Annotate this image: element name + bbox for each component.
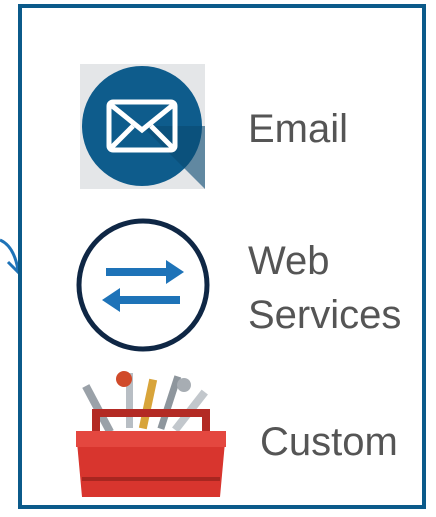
custom-label: Custom xyxy=(260,420,398,464)
envelope-icon xyxy=(80,64,205,189)
web-services-item: Web Services xyxy=(22,208,422,368)
email-label: Email xyxy=(248,107,349,151)
toolbox-icon xyxy=(76,371,226,497)
email-item: Email xyxy=(22,8,422,198)
exchange-arrows-icon xyxy=(76,218,210,352)
web-services-label-line2: Services xyxy=(248,293,402,337)
integration-panel: Email Web Services Custom xyxy=(18,4,426,509)
web-services-label-line1: Web xyxy=(248,239,330,283)
custom-item: Custom xyxy=(22,363,422,508)
